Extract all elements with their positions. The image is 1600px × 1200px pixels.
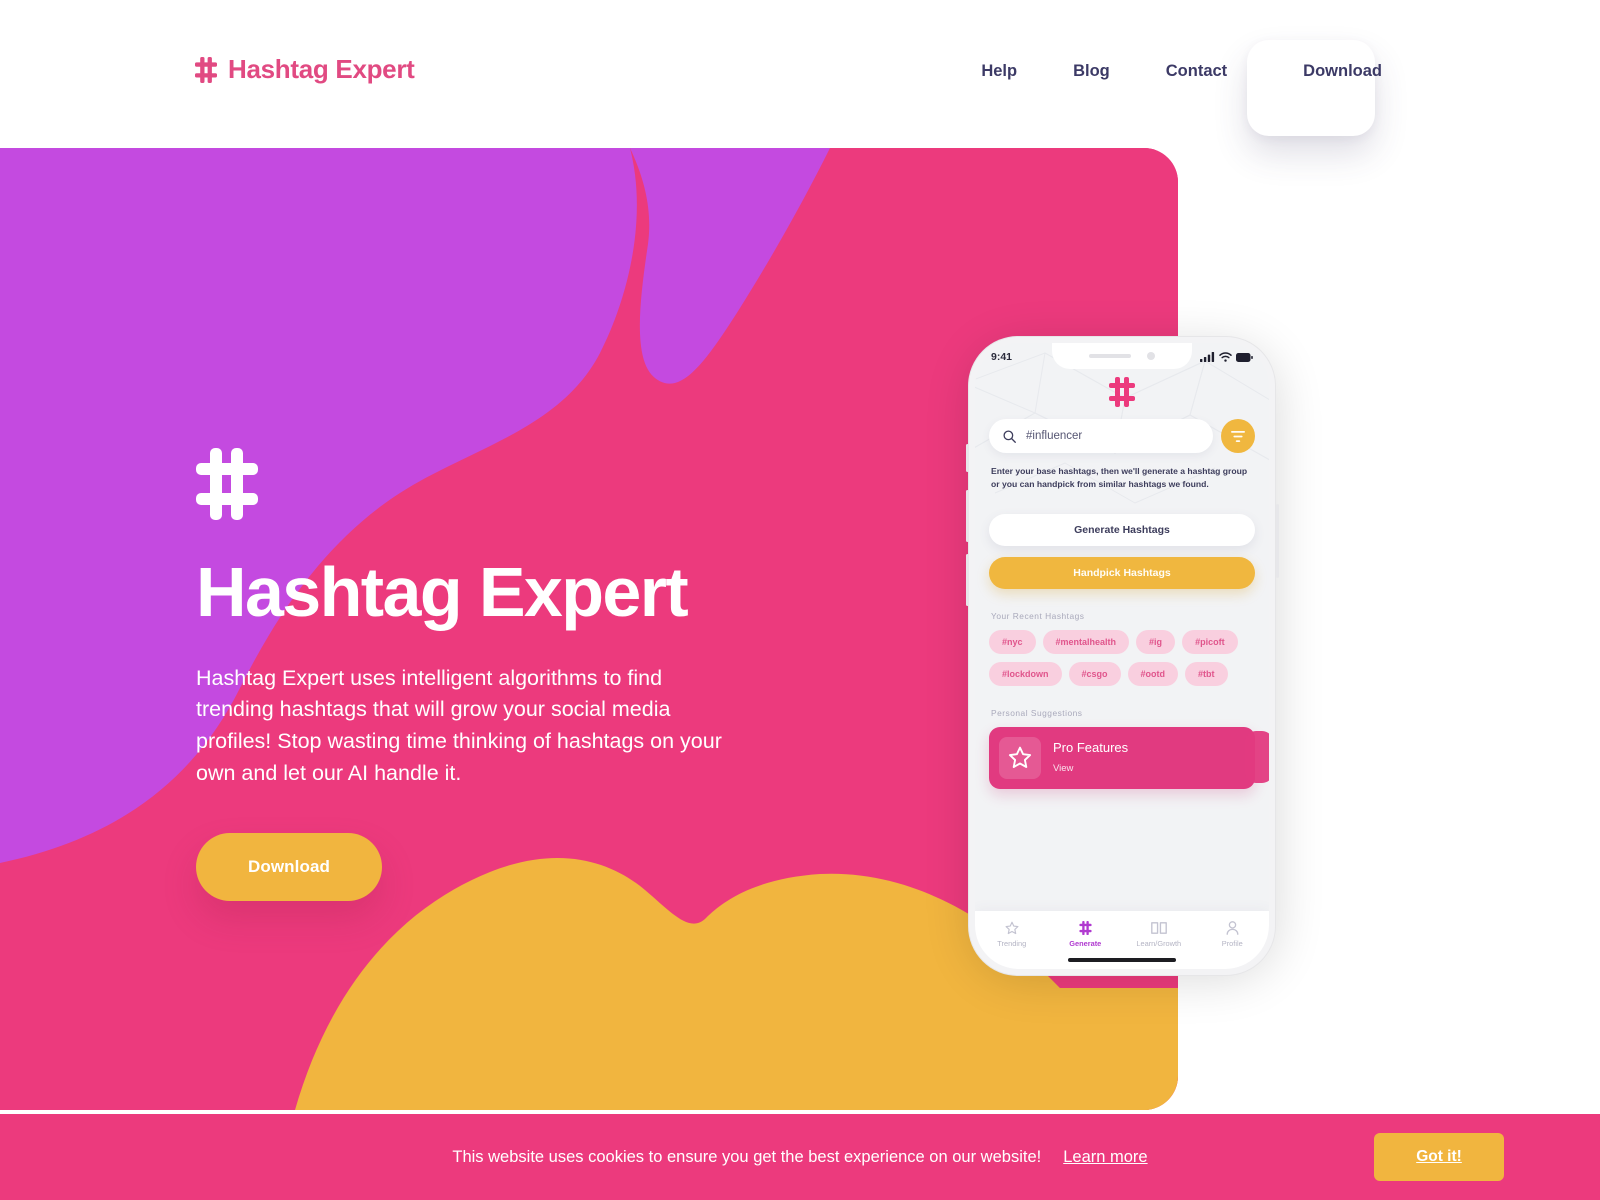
status-time: 9:41: [991, 351, 1013, 363]
hashtag-chip[interactable]: #picoft: [1182, 629, 1238, 654]
main-navigation: Help Blog Contact Download: [953, 40, 1410, 136]
phone-power-button: [1275, 504, 1279, 578]
hero-description: Hashtag Expert uses intelligent algorith…: [196, 665, 722, 785]
generate-hashtags-button[interactable]: Generate Hashtags: [989, 513, 1255, 546]
filter-button[interactable]: [1221, 419, 1255, 453]
tab-learn-growth[interactable]: Learn/Growth: [1122, 921, 1196, 948]
star-icon: [999, 736, 1041, 779]
battery-icon: [1236, 352, 1253, 362]
wifi-icon: [1219, 352, 1232, 362]
phone-volume-down-button: [965, 554, 969, 606]
status-icons: [1200, 352, 1253, 362]
phone-frame: 9:41 #influencer Enter your base hashtag…: [965, 336, 1279, 976]
filter-icon: [1231, 430, 1245, 442]
nav-item-blog[interactable]: Blog: [1045, 48, 1138, 95]
hero-content: Hashtag Expert Hashtag Expert uses intel…: [196, 448, 816, 902]
phone-screen: 9:41 #influencer Enter your base hashtag…: [975, 343, 1269, 969]
search-icon: [1003, 429, 1016, 443]
pro-features-title: Pro Features: [1053, 739, 1129, 755]
cellular-signal-icon: [1200, 352, 1215, 362]
tab-label: Generate: [1069, 939, 1102, 948]
personal-suggestions-label: Personal Suggestions: [991, 707, 1083, 718]
tab-label: Profile: [1221, 939, 1243, 948]
app-content: #influencer Enter your base hashtags, th…: [975, 343, 1269, 789]
home-indicator: [1068, 958, 1176, 962]
person-icon: [1226, 921, 1239, 935]
recent-hashtags-row: #lockdown #csgo #ootd #tbt: [989, 661, 1255, 686]
app-description: Enter your base hashtags, then we'll gen…: [991, 466, 1248, 490]
nav-item-download[interactable]: Download: [1275, 48, 1410, 94]
hash-icon: [1109, 377, 1135, 407]
nav-download-wrapper: Download: [1247, 40, 1410, 136]
hashtag-chip[interactable]: #csgo: [1068, 661, 1121, 686]
recent-hashtags-label: Your Recent Hashtags: [991, 610, 1085, 621]
hashtag-chip[interactable]: #tbt: [1185, 661, 1228, 686]
tab-label: Trending: [997, 939, 1027, 948]
phone-mockup: 9:41 #influencer Enter your base hashtag…: [962, 326, 1282, 986]
next-suggestion-card-peek[interactable]: [1245, 730, 1269, 783]
landing-page: Hashtag Expert Help Blog Contact Downloa…: [0, 0, 1600, 1200]
pro-features-action: View: [1053, 762, 1074, 774]
hashtag-chip[interactable]: #mentalhealth: [1042, 629, 1130, 654]
brand-name: Hashtag Expert: [228, 54, 415, 84]
phone-mute-button: [965, 444, 969, 472]
front-camera-icon: [1147, 352, 1155, 360]
hashtag-chip[interactable]: #ootd: [1127, 661, 1179, 686]
hashtag-chip[interactable]: #ig: [1136, 629, 1176, 654]
star-icon: [1005, 921, 1019, 935]
tab-generate[interactable]: Generate: [1049, 921, 1123, 948]
phone-volume-up-button: [965, 490, 969, 542]
book-icon: [1150, 922, 1167, 934]
cookie-learn-more-link[interactable]: Learn more: [1063, 1148, 1147, 1167]
pro-features-text: Pro Features View: [1053, 740, 1128, 776]
handpick-hashtags-button[interactable]: Handpick Hashtags: [989, 556, 1255, 589]
hero-download-button[interactable]: Download: [196, 833, 382, 902]
nav-item-contact[interactable]: Contact: [1138, 48, 1255, 95]
hash-icon: [1079, 921, 1092, 935]
tab-profile[interactable]: Profile: [1196, 921, 1270, 948]
search-row: #influencer: [989, 419, 1255, 453]
pro-features-card[interactable]: Pro Features View: [989, 726, 1269, 789]
earpiece-speaker: [1089, 354, 1131, 358]
cookie-consent-banner: This website uses cookies to ensure you …: [0, 1114, 1600, 1200]
page-title: Hashtag Expert: [196, 553, 689, 631]
hashtag-chip[interactable]: #lockdown: [989, 661, 1062, 686]
phone-notch: [1052, 343, 1192, 369]
hash-icon: [196, 448, 258, 520]
tab-trending[interactable]: Trending: [975, 921, 1049, 948]
site-header: Hashtag Expert Help Blog Contact Downloa…: [0, 0, 1600, 148]
tab-label: Learn/Growth: [1136, 939, 1182, 948]
cookie-accept-button[interactable]: Got it!: [1374, 1133, 1504, 1181]
search-input[interactable]: #influencer: [989, 419, 1213, 453]
search-value: #influencer: [1026, 430, 1083, 442]
brand-logo[interactable]: Hashtag Expert: [195, 54, 415, 85]
hash-icon: [195, 56, 217, 83]
cookie-message: This website uses cookies to ensure you …: [452, 1147, 1042, 1166]
hashtag-chip[interactable]: #nyc: [989, 629, 1036, 654]
recent-hashtags-row: #nyc #mentalhealth #ig #picoft: [989, 629, 1255, 654]
nav-item-help[interactable]: Help: [953, 48, 1045, 95]
